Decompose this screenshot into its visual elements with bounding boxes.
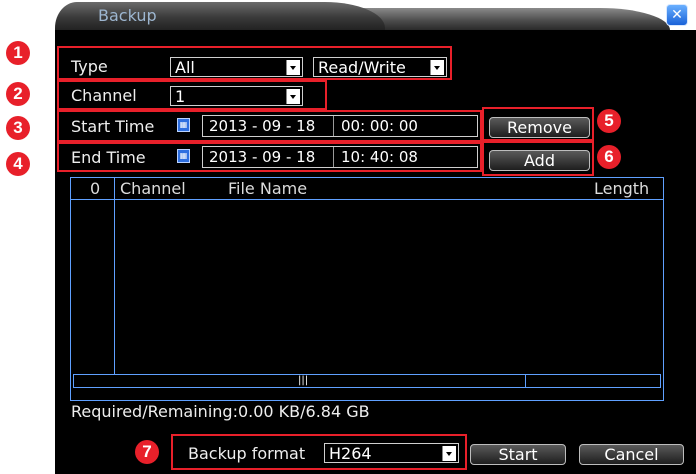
type-select[interactable]: All (170, 57, 303, 77)
date-time-divider (333, 147, 334, 167)
remove-button[interactable]: Remove (489, 117, 590, 138)
channel-label: Channel (71, 86, 137, 105)
column-header-file-name: File Name (228, 179, 308, 198)
type-label: Type (71, 57, 108, 76)
callout-1: 1 (6, 41, 30, 65)
type-select-value: All (175, 58, 195, 77)
chevron-down-icon[interactable] (430, 60, 444, 75)
file-table[interactable]: 0 Channel File Name Length ||| (70, 177, 664, 401)
end-time-field[interactable]: 2013 - 09 - 18 10: 40: 08 (202, 146, 478, 168)
calendar-icon[interactable]: ▦ (177, 149, 190, 163)
table-header: 0 Channel File Name Length (71, 178, 663, 200)
start-date-value[interactable]: 2013 - 09 - 18 (209, 117, 315, 135)
column-header-length: Length (594, 179, 650, 198)
callout-3: 3 (6, 116, 30, 140)
callout-2: 2 (6, 82, 30, 106)
start-time-field[interactable]: 2013 - 09 - 18 00: 00: 00 (202, 115, 478, 137)
scrollbar-grip-icon[interactable]: ||| (298, 376, 308, 386)
backup-format-select[interactable]: H264 (324, 443, 459, 463)
required-remaining-text: Required/Remaining:0.00 KB/6.84 GB (71, 402, 370, 421)
start-time-label: Start Time (71, 117, 155, 136)
callout-5: 5 (597, 109, 621, 133)
horizontal-scrollbar[interactable]: ||| (73, 374, 661, 388)
end-date-value[interactable]: 2013 - 09 - 18 (209, 148, 315, 166)
chevron-down-icon[interactable] (442, 446, 456, 461)
chevron-down-icon[interactable] (286, 89, 300, 104)
date-time-divider (333, 116, 334, 136)
end-time-value[interactable]: 10: 40: 08 (341, 148, 418, 166)
add-button[interactable]: Add (489, 150, 590, 171)
close-icon[interactable]: ✕ (666, 4, 688, 26)
mode-select[interactable]: Read/Write (313, 57, 447, 77)
end-time-label: End Time (71, 148, 146, 167)
start-time-value[interactable]: 00: 00: 00 (341, 117, 418, 135)
mode-select-value: Read/Write (318, 58, 406, 77)
chevron-down-icon[interactable] (286, 60, 300, 75)
callout-4: 4 (6, 152, 30, 176)
column-header-channel: Channel (120, 179, 186, 198)
channel-select-value: 1 (175, 87, 186, 106)
callout-6: 6 (597, 145, 621, 169)
column-divider (114, 178, 115, 374)
backup-format-value: H264 (329, 444, 372, 463)
backup-format-label: Backup format (188, 444, 306, 463)
window-title: Backup (98, 6, 157, 25)
cancel-button[interactable]: Cancel (579, 444, 684, 465)
column-header-index: 0 (90, 179, 101, 198)
calendar-icon[interactable]: ▦ (177, 118, 190, 132)
channel-select[interactable]: 1 (170, 86, 303, 106)
start-button[interactable]: Start (470, 444, 566, 465)
callout-7: 7 (135, 440, 159, 464)
